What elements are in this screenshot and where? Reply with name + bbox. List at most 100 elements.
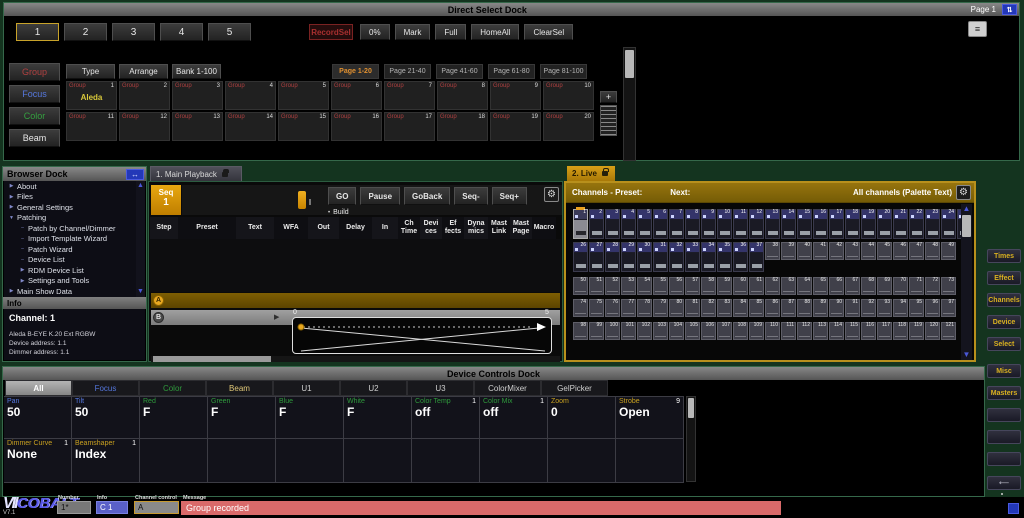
side-button-times[interactable]: Times: [987, 249, 1021, 263]
side-button-misc[interactable]: Misc: [987, 364, 1021, 378]
device-tab-focus[interactable]: Focus: [72, 380, 139, 396]
browser-scrollbar[interactable]: ▲ ▼: [136, 181, 145, 297]
channel-cell-44[interactable]: 44: [861, 242, 876, 260]
live-settings-gear-icon[interactable]: ⚙: [956, 185, 971, 200]
channel-cell-99[interactable]: 99: [589, 322, 604, 340]
ds-page-button-1[interactable]: 1: [16, 23, 59, 41]
device-tab-color[interactable]: Color: [139, 380, 206, 396]
channel-cell-15[interactable]: 15: [797, 209, 812, 239]
category-tab-group[interactable]: Group: [9, 63, 60, 81]
channel-cell-35[interactable]: 35: [717, 242, 732, 272]
channel-cell-36[interactable]: 36: [733, 242, 748, 272]
tree-arrow-icon[interactable]: ▶: [8, 194, 15, 200]
channel-cell-28[interactable]: 28: [605, 242, 620, 272]
category-tab-color[interactable]: Color: [9, 107, 60, 125]
action-button-full[interactable]: Full: [435, 24, 466, 40]
side-button-channels[interactable]: Channels: [987, 293, 1021, 307]
device-parameter-empty[interactable]: [412, 439, 480, 483]
browser-item-about[interactable]: ▶About: [4, 181, 136, 192]
scroll-up-icon[interactable]: ▲: [136, 181, 145, 191]
channel-cell-106[interactable]: 106: [701, 322, 716, 340]
group-cell-14[interactable]: Group14: [225, 112, 276, 141]
device-parameter-empty[interactable]: [208, 439, 276, 483]
channel-cell-62[interactable]: 62: [765, 277, 780, 295]
channel-cell-103[interactable]: 103: [653, 322, 668, 340]
scroll-down-icon[interactable]: ▼: [961, 350, 972, 360]
channel-cell-2[interactable]: 2: [589, 209, 604, 239]
channel-cell-74[interactable]: 74: [573, 299, 588, 317]
add-bank-button[interactable]: +: [600, 91, 617, 103]
channel-cell-23[interactable]: 23: [925, 209, 940, 239]
channel-cell-90[interactable]: 90: [829, 299, 844, 317]
channel-cell-110[interactable]: 110: [765, 322, 780, 340]
device-tab-u3[interactable]: U3: [407, 380, 474, 396]
scroll-up-icon[interactable]: ▲: [961, 204, 972, 214]
channel-cell-105[interactable]: 105: [685, 322, 700, 340]
device-parameter-red[interactable]: RedF: [140, 397, 208, 439]
channel-cell-17[interactable]: 17: [829, 209, 844, 239]
browser-item-main-show-data[interactable]: ▶Main Show Data: [4, 286, 136, 297]
channel-cell-39[interactable]: 39: [781, 242, 796, 260]
channel-cell-7[interactable]: 7: [669, 209, 684, 239]
transport-go[interactable]: GO: [328, 187, 356, 205]
page-tab-page120[interactable]: Page 1-20: [332, 64, 379, 79]
side-button-arrow-icon[interactable]: ⟵: [987, 476, 1021, 490]
channel-cell-94[interactable]: 94: [893, 299, 908, 317]
channel-cell-52[interactable]: 52: [605, 277, 620, 295]
channel-control-field[interactable]: A: [134, 501, 179, 514]
channel-cell-61[interactable]: 61: [749, 277, 764, 295]
info-field[interactable]: C 1: [96, 501, 128, 514]
device-tab-colormixer[interactable]: ColorMixer: [474, 380, 541, 396]
channel-cell-45[interactable]: 45: [877, 242, 892, 260]
channel-cell-49[interactable]: 49: [941, 242, 956, 260]
action-button-homeall[interactable]: HomeAll: [471, 24, 519, 40]
channel-cell-81[interactable]: 81: [685, 299, 700, 317]
transport-goback[interactable]: GoBack: [404, 187, 450, 205]
direct-select-scrollbar[interactable]: [623, 47, 636, 161]
channel-cell-86[interactable]: 86: [765, 299, 780, 317]
page-tab-page2140[interactable]: Page 21-40: [384, 64, 431, 79]
channel-cell-72[interactable]: 72: [925, 277, 940, 295]
channel-cell-32[interactable]: 32: [669, 242, 684, 272]
device-parameter-tilt[interactable]: Tilt50: [72, 397, 140, 439]
channel-cell-1[interactable]: 1: [573, 209, 588, 239]
group-cell-11[interactable]: Group11: [66, 112, 117, 141]
device-parameter-color-mix[interactable]: Color Mix1off: [480, 397, 548, 439]
direct-select-titlebar[interactable]: Direct Select Dock Page 1 ⇅: [4, 3, 1019, 16]
action-button-0[interactable]: 0%: [360, 24, 390, 40]
device-parameter-color-temp[interactable]: Color Temp1off: [412, 397, 480, 439]
channel-cell-83[interactable]: 83: [717, 299, 732, 317]
channel-cell-91[interactable]: 91: [845, 299, 860, 317]
channel-cell-41[interactable]: 41: [813, 242, 828, 260]
device-parameter-empty[interactable]: [548, 439, 616, 483]
resize-arrows-icon[interactable]: ↔: [126, 169, 144, 180]
tool-button-arrange[interactable]: Arrange: [119, 64, 168, 79]
tree-arrow-icon[interactable]: ▶: [8, 183, 15, 189]
channel-cell-95[interactable]: 95: [909, 299, 924, 317]
tool-button-type[interactable]: Type: [66, 64, 115, 79]
device-parameter-green[interactable]: GreenF: [208, 397, 276, 439]
ds-page-button-2[interactable]: 2: [64, 23, 107, 41]
ds-page-button-3[interactable]: 3: [112, 23, 155, 41]
channel-cell-73[interactable]: 73: [941, 277, 956, 295]
tree-arrow-icon[interactable]: ▶: [19, 278, 26, 284]
channel-cell-47[interactable]: 47: [909, 242, 924, 260]
channel-cell-78[interactable]: 78: [637, 299, 652, 317]
channel-cell-51[interactable]: 51: [589, 277, 604, 295]
channel-cell-114[interactable]: 114: [829, 322, 844, 340]
device-parameter-empty[interactable]: [140, 439, 208, 483]
channel-cell-57[interactable]: 57: [685, 277, 700, 295]
channel-cell-67[interactable]: 67: [845, 277, 860, 295]
channel-cell-113[interactable]: 113: [813, 322, 828, 340]
playback-steps-area[interactable]: [150, 239, 561, 292]
channel-cell-87[interactable]: 87: [781, 299, 796, 317]
channel-cell-82[interactable]: 82: [701, 299, 716, 317]
group-cell-8[interactable]: Group8: [437, 81, 488, 110]
live-scrollbar[interactable]: ▲ ▼: [961, 204, 972, 360]
channel-cell-115[interactable]: 115: [845, 322, 860, 340]
group-cell-13[interactable]: Group13: [172, 112, 223, 141]
category-tab-beam[interactable]: Beam: [9, 129, 60, 147]
channel-cell-119[interactable]: 119: [909, 322, 924, 340]
channel-cell-8[interactable]: 8: [685, 209, 700, 239]
side-button-effect[interactable]: Effect: [987, 271, 1021, 285]
